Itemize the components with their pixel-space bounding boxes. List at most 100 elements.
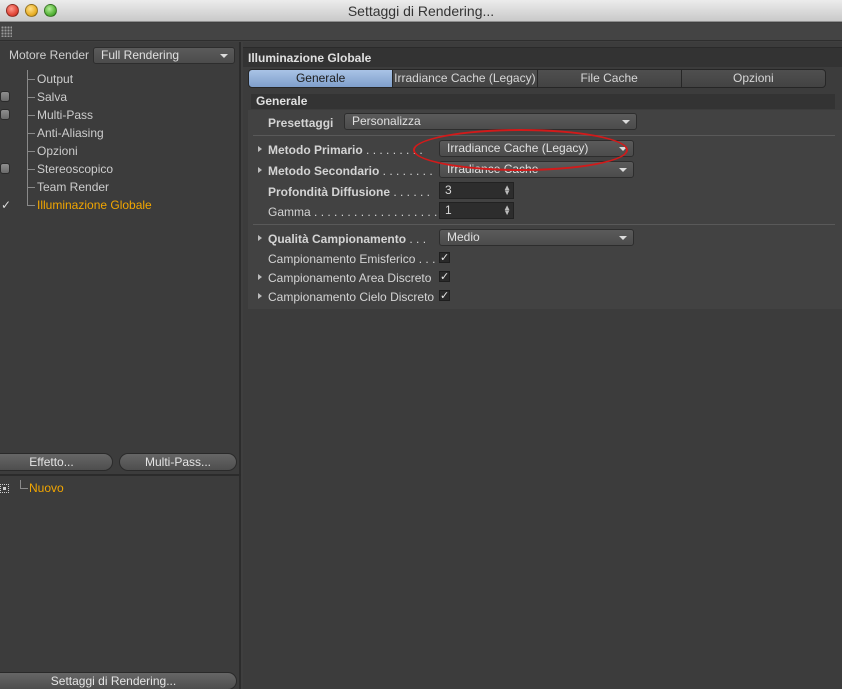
settings-main-panel: Illuminazione Globale Generale Irradianc… [243,42,842,689]
primary-method-value: Irradiance Cache (Legacy) [447,141,589,155]
primary-method-dropdown[interactable]: Irradiance Cache (Legacy) [439,140,634,157]
toolbar-strip [0,23,842,41]
chevron-down-icon [220,54,228,58]
tab-generale[interactable]: Generale [248,69,394,88]
preset-item-label: Nuovo [29,481,64,495]
dot-leader: . . . [415,252,436,266]
render-engine-dropdown[interactable]: Full Rendering [93,47,235,64]
check-icon[interactable]: ✓ [1,196,11,214]
render-settings-button[interactable]: Settaggi di Rendering... [0,672,237,689]
discrete-area-checkbox[interactable]: ✓ [439,271,450,283]
preset-label: Presettaggi [268,116,334,130]
expand-triangle-icon[interactable] [258,146,262,152]
diffuse-depth-field[interactable]: 3 ▲ ▼ [439,182,514,199]
tree-item-label: Illuminazione Globale [37,198,152,212]
tree-item-label: Team Render [37,180,110,194]
effect-button[interactable]: Effetto... [0,453,113,471]
sampling-quality-value: Medio [447,230,480,244]
tree-item-label: Multi-Pass [37,108,94,122]
preset-value: Personalizza [352,114,421,128]
dot-leader: . . . . . . . . . [362,143,423,157]
hemispheric-sampling-label: Campionamento Emisferico [268,252,416,266]
tab-bar: Generale Irradiance Cache (Legacy) File … [248,69,826,88]
sampling-quality-row: Qualità Campionamento . . . [268,232,426,246]
secondary-method-dropdown[interactable]: Irradiance Cache [439,161,634,178]
tree-connector [27,178,36,196]
secondary-method-label: Metodo Secondario [268,164,380,178]
enable-checkbox[interactable] [0,91,10,102]
settings-sidebar: Motore Render Full Rendering Output Salv… [0,42,241,689]
tree-connector [27,88,36,106]
hemispheric-sampling-checkbox[interactable]: ✓ [439,252,450,264]
render-settings-window: Settaggi di Rendering... Motore Render F… [0,0,842,689]
gamma-row: Gamma . . . . . . . . . . . . . . . . . … [268,205,444,219]
primary-method-row: Metodo Primario . . . . . . . . . [268,143,423,157]
tree-connector [27,196,36,206]
tree-item-stereoscopico[interactable]: Stereoscopico [0,160,241,178]
gamma-value: 1 [445,203,452,217]
tree-connector [27,142,36,160]
preset-list-item[interactable]: Nuovo [0,480,241,498]
expand-triangle-icon[interactable] [258,235,262,241]
multi-pass-button[interactable]: Multi-Pass... [119,453,237,471]
separator [253,224,835,225]
primary-method-label: Metodo Primario [268,143,363,157]
gamma-label: Gamma [268,205,311,219]
tree-item-anti-aliasing[interactable]: Anti-Aliasing [0,124,241,142]
render-engine-value: Full Rendering [101,48,180,62]
secondary-method-row: Metodo Secondario . . . . . . . . [268,164,433,178]
tree-item-team-render[interactable]: Team Render [0,178,241,196]
tree-item-illuminazione-globale[interactable]: ✓ Illuminazione Globale [0,196,241,214]
panel-divider[interactable] [0,474,241,476]
chevron-down-icon [619,147,627,151]
tree-connector [27,124,36,142]
chevron-down-icon [622,120,630,124]
tree-connector [27,160,36,178]
dot-leader: . . . . . . . . [379,164,433,178]
expand-triangle-icon[interactable] [258,167,262,173]
diffuse-depth-row: Profondità Diffusione . . . . . . [268,185,430,199]
stepper-arrows-icon[interactable]: ▲ ▼ [503,204,511,217]
tree-item-opzioni[interactable]: Opzioni [0,142,241,160]
subsection-title: Generale [256,94,308,108]
window-title: Settaggi di Rendering... [347,3,495,19]
expand-triangle-icon[interactable] [258,274,262,280]
subsection-header: Generale [251,94,835,109]
diffuse-depth-label: Profondità Diffusione [268,185,390,199]
tree-connector [20,480,28,489]
dot-leader: . . . [406,232,427,246]
expand-triangle-icon[interactable] [258,293,262,299]
tree-item-output[interactable]: Output [0,70,241,88]
separator [253,135,835,136]
stepper-arrows-icon[interactable]: ▲ ▼ [503,184,511,197]
tree-item-salva[interactable]: Salva [0,88,241,106]
tree-connector [27,70,36,88]
grip-icon[interactable] [1,26,12,37]
render-engine-row: Motore Render Full Rendering [0,44,241,66]
enable-checkbox[interactable] [0,109,10,120]
tree-item-label: Anti-Aliasing [37,126,104,140]
sampling-quality-label: Qualità Campionamento [268,232,407,246]
discrete-sky-checkbox[interactable]: ✓ [439,290,450,302]
title-bar: Settaggi di Rendering... [0,0,842,22]
chevron-down-icon [619,168,627,172]
tree-item-multi-pass[interactable]: Multi-Pass [0,106,241,124]
active-preset-icon [0,484,9,493]
gamma-field[interactable]: 1 ▲ ▼ [439,202,514,219]
settings-tree: Output Salva Multi-Pass Anti-Aliasing Op… [0,70,241,214]
tab-irradiance-cache[interactable]: Irradiance Cache (Legacy) [392,69,538,88]
enable-checkbox[interactable] [0,163,10,174]
render-engine-label: Motore Render [9,48,90,62]
tree-connector [27,106,36,124]
chevron-down-icon [619,236,627,240]
section-title: Illuminazione Globale [248,51,372,65]
tab-file-cache[interactable]: File Cache [536,69,682,88]
tree-item-label: Stereoscopico [37,162,114,176]
tree-item-label: Salva [37,90,68,104]
hemispheric-sampling-row: Campionamento Emisferico . . . [268,252,435,266]
preset-dropdown[interactable]: Personalizza [344,113,637,130]
discrete-sky-label: Campionamento Cielo Discreto [268,290,435,304]
sampling-quality-dropdown[interactable]: Medio [439,229,634,246]
diffuse-depth-value: 3 [445,183,452,197]
tab-opzioni[interactable]: Opzioni [680,69,826,88]
